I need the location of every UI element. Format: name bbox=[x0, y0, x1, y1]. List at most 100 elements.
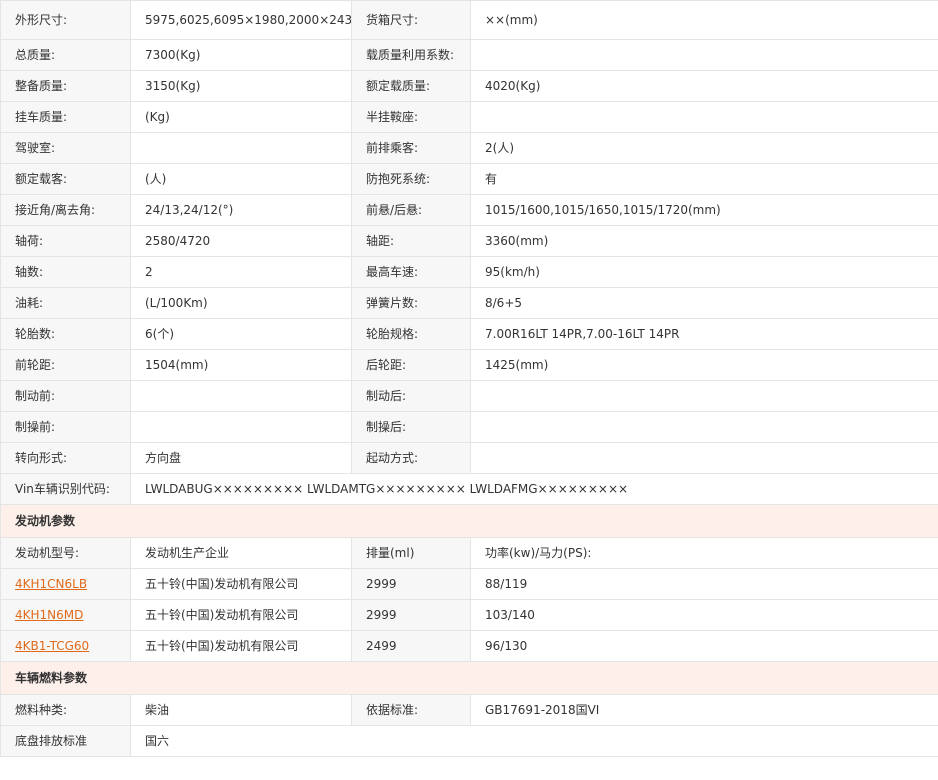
spec-value: 8/6+5 bbox=[470, 287, 938, 319]
spec-value: (人) bbox=[130, 163, 352, 195]
emission-row: 底盘排放标准 国六 bbox=[0, 725, 938, 757]
spec-value: 1015/1600,1015/1650,1015/1720(mm) bbox=[470, 194, 938, 226]
spec-key: 后轮距: bbox=[351, 349, 471, 381]
spec-value: 95(km/h) bbox=[470, 256, 938, 288]
spec-row: 接近角/离去角: 24/13,24/12(°) 前悬/后悬: 1015/1600… bbox=[0, 194, 938, 226]
engine-model-cell: 4KB1-TCG60 bbox=[0, 630, 131, 662]
engine-model-link[interactable]: 4KB1-TCG60 bbox=[15, 639, 89, 653]
spec-key: 前轮距: bbox=[0, 349, 131, 381]
spec-row: 制动前: 制动后: bbox=[0, 380, 938, 412]
vehicle-spec-table: 外形尺寸: 5975,6025,6095×1980,2000×2430,2450… bbox=[0, 0, 938, 757]
spec-value: 7300(Kg) bbox=[130, 39, 352, 71]
fuel-row: 燃料种类: 柴油 依据标准: GB17691-2018国VI bbox=[0, 694, 938, 726]
spec-key: 轮胎规格: bbox=[351, 318, 471, 350]
fuel-section-header: 车辆燃料参数 bbox=[0, 661, 938, 695]
spec-key: 轴距: bbox=[351, 225, 471, 257]
standard-value: GB17691-2018国VI bbox=[470, 694, 938, 726]
spec-key: 油耗: bbox=[0, 287, 131, 319]
engine-displacement: 2999 bbox=[351, 599, 471, 631]
engine-maker: 五十铃(中国)发动机有限公司 bbox=[130, 568, 352, 600]
spec-value bbox=[470, 380, 938, 412]
emission-value: 国六 bbox=[130, 725, 938, 757]
spec-key: 轴荷: bbox=[0, 225, 131, 257]
spec-key: 起动方式: bbox=[351, 442, 471, 474]
spec-value: (Kg) bbox=[130, 101, 352, 133]
spec-key: 半挂鞍座: bbox=[351, 101, 471, 133]
spec-value bbox=[470, 101, 938, 133]
spec-value: (L/100Km) bbox=[130, 287, 352, 319]
spec-key: 额定载质量: bbox=[351, 70, 471, 102]
spec-key: 额定载客: bbox=[0, 163, 131, 195]
spec-row: 总质量: 7300(Kg) 载质量利用系数: bbox=[0, 39, 938, 71]
spec-value: 24/13,24/12(°) bbox=[130, 194, 352, 226]
engine-header-power: 功率(kw)/马力(PS): bbox=[470, 537, 938, 569]
spec-value: 2580/4720 bbox=[130, 225, 352, 257]
spec-key: 载质量利用系数: bbox=[351, 39, 471, 71]
section-title: 车辆燃料参数 bbox=[0, 661, 938, 695]
spec-value bbox=[130, 132, 352, 164]
section-title: 发动机参数 bbox=[0, 504, 938, 538]
spec-row: 轴数: 2 最高车速: 95(km/h) bbox=[0, 256, 938, 288]
spec-row: 前轮距: 1504(mm) 后轮距: 1425(mm) bbox=[0, 349, 938, 381]
fuel-type-value: 柴油 bbox=[130, 694, 352, 726]
engine-header-maker: 发动机生产企业 bbox=[130, 537, 352, 569]
vin-label: Vin车辆识别代码: bbox=[0, 473, 131, 505]
spec-key: 前悬/后悬: bbox=[351, 194, 471, 226]
spec-value: 5975,6025,6095×1980,2000×2430,2450,2470,… bbox=[130, 0, 352, 40]
engine-row: 4KH1CN6LB 五十铃(中国)发动机有限公司 2999 88/119 bbox=[0, 568, 938, 600]
spec-row: 油耗: (L/100Km) 弹簧片数: 8/6+5 bbox=[0, 287, 938, 319]
spec-row: 制操前: 制操后: bbox=[0, 411, 938, 443]
vin-row: Vin车辆识别代码: LWLDABUG××××××××× LWLDAMTG×××… bbox=[0, 473, 938, 505]
spec-key: 最高车速: bbox=[351, 256, 471, 288]
standard-label: 依据标准: bbox=[351, 694, 471, 726]
engine-row: 4KH1N6MD 五十铃(中国)发动机有限公司 2999 103/140 bbox=[0, 599, 938, 631]
spec-row: 外形尺寸: 5975,6025,6095×1980,2000×2430,2450… bbox=[0, 0, 938, 40]
engine-displacement: 2499 bbox=[351, 630, 471, 662]
spec-row: 转向形式: 方向盘 起动方式: bbox=[0, 442, 938, 474]
fuel-type-label: 燃料种类: bbox=[0, 694, 131, 726]
engine-power: 103/140 bbox=[470, 599, 938, 631]
engine-power: 88/119 bbox=[470, 568, 938, 600]
spec-value: 1504(mm) bbox=[130, 349, 352, 381]
spec-row: 挂车质量: (Kg) 半挂鞍座: bbox=[0, 101, 938, 133]
spec-value: 2 bbox=[130, 256, 352, 288]
spec-key: 整备质量: bbox=[0, 70, 131, 102]
spec-key: 制动前: bbox=[0, 380, 131, 412]
engine-displacement: 2999 bbox=[351, 568, 471, 600]
emission-label: 底盘排放标准 bbox=[0, 725, 131, 757]
spec-value: 4020(Kg) bbox=[470, 70, 938, 102]
spec-value: 有 bbox=[470, 163, 938, 195]
engine-model-cell: 4KH1N6MD bbox=[0, 599, 131, 631]
spec-value: 3360(mm) bbox=[470, 225, 938, 257]
engine-power: 96/130 bbox=[470, 630, 938, 662]
spec-value bbox=[470, 39, 938, 71]
spec-value: ××(mm) bbox=[470, 0, 938, 40]
spec-row: 额定载客: (人) 防抱死系统: 有 bbox=[0, 163, 938, 195]
spec-key: 弹簧片数: bbox=[351, 287, 471, 319]
spec-value bbox=[470, 411, 938, 443]
spec-row: 驾驶室: 前排乘客: 2(人) bbox=[0, 132, 938, 164]
spec-value: 方向盘 bbox=[130, 442, 352, 474]
spec-key: 货箱尺寸: bbox=[351, 0, 471, 40]
spec-key: 接近角/离去角: bbox=[0, 194, 131, 226]
spec-key: 前排乘客: bbox=[351, 132, 471, 164]
spec-row: 轮胎数: 6(个) 轮胎规格: 7.00R16LT 14PR,7.00-16LT… bbox=[0, 318, 938, 350]
spec-value: 7.00R16LT 14PR,7.00-16LT 14PR bbox=[470, 318, 938, 350]
spec-key: 外形尺寸: bbox=[0, 0, 131, 40]
spec-key: 转向形式: bbox=[0, 442, 131, 474]
engine-model-link[interactable]: 4KH1CN6LB bbox=[15, 577, 87, 591]
spec-key: 轮胎数: bbox=[0, 318, 131, 350]
engine-header-displacement: 排量(ml) bbox=[351, 537, 471, 569]
spec-key: 总质量: bbox=[0, 39, 131, 71]
engine-header-model: 发动机型号: bbox=[0, 537, 131, 569]
engine-maker: 五十铃(中国)发动机有限公司 bbox=[130, 630, 352, 662]
spec-value bbox=[130, 411, 352, 443]
engine-model-link[interactable]: 4KH1N6MD bbox=[15, 608, 83, 622]
spec-value: 2(人) bbox=[470, 132, 938, 164]
spec-key: 挂车质量: bbox=[0, 101, 131, 133]
spec-value bbox=[130, 380, 352, 412]
spec-key: 制动后: bbox=[351, 380, 471, 412]
engine-maker: 五十铃(中国)发动机有限公司 bbox=[130, 599, 352, 631]
spec-value: 1425(mm) bbox=[470, 349, 938, 381]
engine-header-row: 发动机型号: 发动机生产企业 排量(ml) 功率(kw)/马力(PS): bbox=[0, 537, 938, 569]
